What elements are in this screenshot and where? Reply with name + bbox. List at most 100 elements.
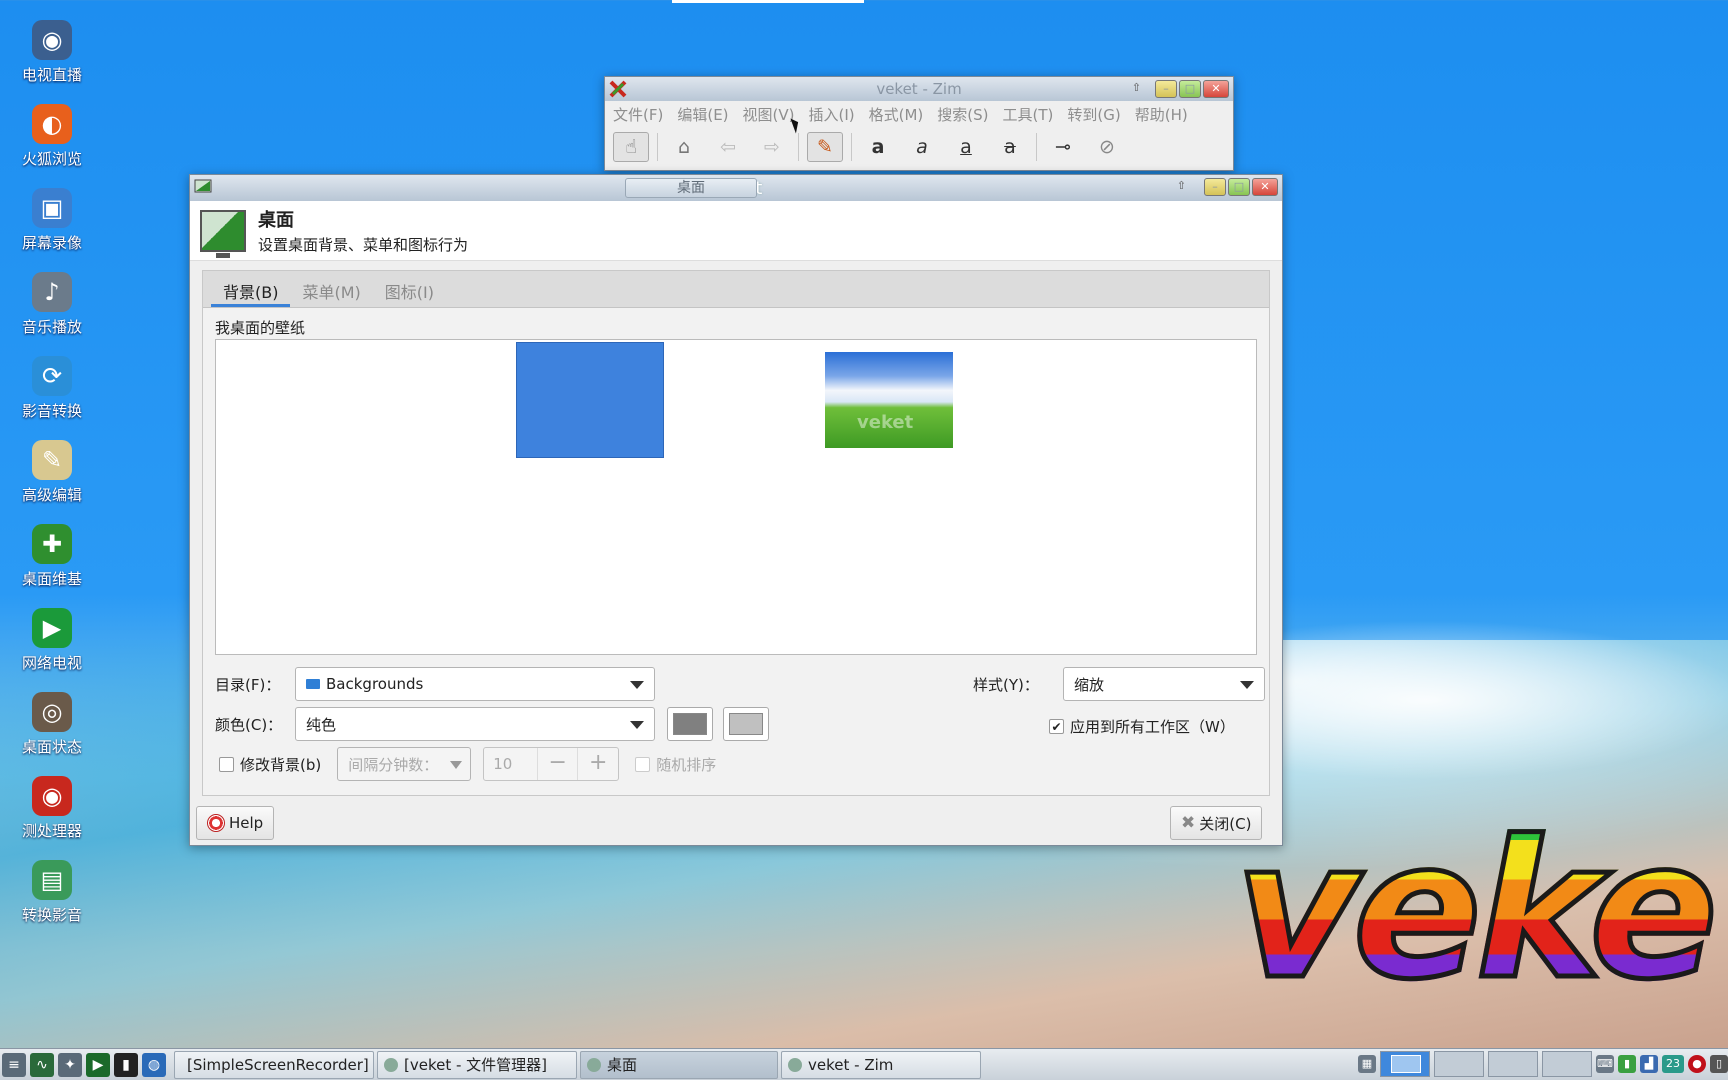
zim-menu-item[interactable]: 搜索(S) (937, 104, 988, 125)
minimize-button[interactable]: – (1204, 178, 1226, 196)
strikethrough-icon[interactable]: a (992, 132, 1028, 162)
forward-icon[interactable]: ⇨ (754, 132, 790, 162)
desktop-shortcut[interactable]: ▣ 屏幕录像 (0, 188, 104, 272)
back-icon[interactable]: ⇦ (710, 132, 746, 162)
bold-icon[interactable]: a (860, 132, 896, 162)
taskbar-task[interactable]: [veket - 文件管理器] (377, 1050, 577, 1079)
tab-icons[interactable]: 图标(I) (373, 271, 446, 307)
disk-icon[interactable]: ▮ (1618, 1055, 1636, 1073)
desktop-shortcut[interactable]: ◐ 火狐浏览 (0, 104, 104, 188)
task-label: 桌面 (607, 1056, 638, 1074)
task-list: [SimpleScreenRecorder] [veket - 文件管理器] 桌面 v… (174, 1050, 984, 1079)
keyboard-icon[interactable]: ⌨ (1596, 1055, 1614, 1073)
edit-icon[interactable]: ✎ (807, 132, 843, 162)
zim-wiki-icon: ✚ (32, 524, 72, 564)
zim-menu-item[interactable]: 文件(F) (613, 104, 663, 125)
maximize-button[interactable]: □ (1228, 178, 1250, 196)
tools-icon[interactable]: ✦ (58, 1052, 82, 1077)
zim-menu-item[interactable]: 帮助(H) (1135, 104, 1188, 125)
help-button[interactable]: Help (196, 806, 275, 840)
zim-menu-item[interactable]: 工具(T) (1003, 104, 1054, 125)
tab-menu[interactable]: 菜单(M) (290, 271, 372, 307)
interval-combo[interactable]: 间隔分钟数： (337, 747, 472, 781)
desktop-shortcut[interactable]: ✚ 桌面维基 (0, 524, 104, 608)
zim-menu-item[interactable]: 编辑(E) (677, 104, 728, 125)
workspace-3[interactable] (1488, 1051, 1538, 1077)
desktop-shortcut[interactable]: ◉ 电视直播 (0, 20, 104, 104)
workspace-1[interactable] (1380, 1051, 1430, 1077)
close-dialog-button[interactable]: ✖ 关闭(C) (1170, 806, 1263, 840)
window-tab-label[interactable]: 桌面 (625, 178, 757, 198)
desktop-shortcut[interactable]: ◎ 桌面状态 (0, 692, 104, 776)
desktop-shortcut[interactable]: ▤ 转换影音 (0, 860, 104, 944)
lifebuoy-icon (207, 814, 225, 832)
increment-button[interactable]: + (578, 748, 618, 780)
screenshot-icon[interactable]: ▦ (1358, 1055, 1376, 1073)
terminal-icon[interactable]: ▮ (114, 1052, 138, 1077)
wallpaper-list[interactable]: veket (215, 339, 1257, 655)
workspace-4[interactable] (1542, 1051, 1592, 1077)
taskbar-task[interactable]: veket - Zim (781, 1050, 981, 1079)
zim-titlebar[interactable]: veket - Zim ⇧ – □ ✕ (605, 77, 1233, 101)
tray-number-badge[interactable]: 23 (1662, 1055, 1684, 1073)
desktop-shortcut[interactable]: ⟳ 影音转换 (0, 356, 104, 440)
zim-menu-item[interactable]: 插入(I) (809, 104, 855, 125)
change-bg-checkbox[interactable] (219, 756, 234, 772)
color-mode-combo[interactable]: 纯色 (295, 707, 655, 741)
directory-combo[interactable]: Backgrounds (295, 667, 655, 701)
zim-app-icon (609, 80, 627, 98)
close-button[interactable]: ✕ (1252, 178, 1278, 196)
play-icon: ▶ (32, 608, 72, 648)
desktop-settings-titlebar[interactable]: 桌面 veket ⇧ – □ ✕ (190, 175, 1282, 201)
play-icon[interactable]: ▶ (86, 1052, 110, 1077)
apply-all-checkbox[interactable]: ✔ (1049, 719, 1064, 734)
record-icon[interactable]: ● (1688, 1055, 1706, 1073)
pin-icon[interactable]: ⇧ (1177, 179, 1186, 192)
primary-color-button[interactable] (667, 707, 713, 741)
pin-icon[interactable]: ⇧ (1132, 81, 1141, 94)
wallpaper-thumb-meadow[interactable]: veket (825, 352, 953, 448)
attach-icon[interactable]: ⊘ (1089, 132, 1125, 162)
close-button[interactable]: ✕ (1203, 80, 1229, 98)
secondary-color-button[interactable] (723, 707, 769, 741)
globe-icon[interactable]: ◍ (142, 1052, 166, 1077)
interval-spinner[interactable]: 10 − + (483, 747, 620, 781)
secondary-color-swatch (729, 713, 763, 735)
wallpaper-section-label: 我桌面的壁纸 (215, 319, 306, 337)
wallpaper-thumb-solid[interactable] (516, 342, 664, 458)
style-combo[interactable]: 缩放 (1063, 667, 1265, 701)
zim-menu-item[interactable]: 转到(G) (1067, 104, 1120, 125)
help-label: Help (229, 814, 264, 832)
zim-menu-item[interactable]: 格式(M) (869, 104, 924, 125)
network-icon[interactable]: ▟ (1640, 1055, 1658, 1073)
random-order-checkbox[interactable] (635, 756, 651, 772)
link-icon[interactable]: ⊸ (1045, 132, 1081, 162)
desktop-shortcut[interactable]: ▶ 网络电视 (0, 608, 104, 692)
minimize-button[interactable]: – (1155, 80, 1177, 98)
taskbar-task[interactable]: [SimpleScreenRecorder] (174, 1050, 374, 1079)
apply-all-row[interactable]: ✔ 应用到所有工作区（W） (1049, 716, 1235, 737)
home-icon[interactable]: ⌂ (666, 132, 702, 162)
desktop-shortcut[interactable]: ✎ 高级编辑 (0, 440, 104, 524)
folder-icon (306, 679, 320, 689)
taskbar-task[interactable]: 桌面 (580, 1050, 778, 1079)
clipboard-icon[interactable]: ▯ (1710, 1055, 1728, 1073)
pin-page-icon[interactable]: ☝ (613, 132, 649, 162)
tab-background[interactable]: 背景(B) (211, 271, 291, 307)
desktop-shortcut[interactable]: ◉ 测处理器 (0, 776, 104, 860)
desktop-settings-window: 桌面 veket ⇧ – □ ✕ 桌面 设置桌面背景、菜单和图标行为 背景(B)… (189, 174, 1283, 846)
launcher-icon[interactable]: ≡ (2, 1052, 26, 1077)
zim-menu-item[interactable]: 视图(V) (743, 104, 795, 125)
italic-icon[interactable]: a (904, 132, 940, 162)
screen-record-icon: ▣ (32, 188, 72, 228)
workspace-2[interactable] (1434, 1051, 1484, 1077)
close-x-icon: ✖ (1181, 813, 1196, 833)
status-icon: ◎ (32, 692, 72, 732)
monitor-app-icon[interactable]: ∿ (30, 1052, 54, 1077)
dialog-header: 桌面 设置桌面背景、菜单和图标行为 (190, 201, 1282, 261)
interval-value: 10 (484, 748, 539, 780)
underline-icon[interactable]: a (948, 132, 984, 162)
desktop-shortcut[interactable]: ♪ 音乐播放 (0, 272, 104, 356)
maximize-button[interactable]: □ (1179, 80, 1201, 98)
decrement-button[interactable]: − (538, 748, 579, 780)
